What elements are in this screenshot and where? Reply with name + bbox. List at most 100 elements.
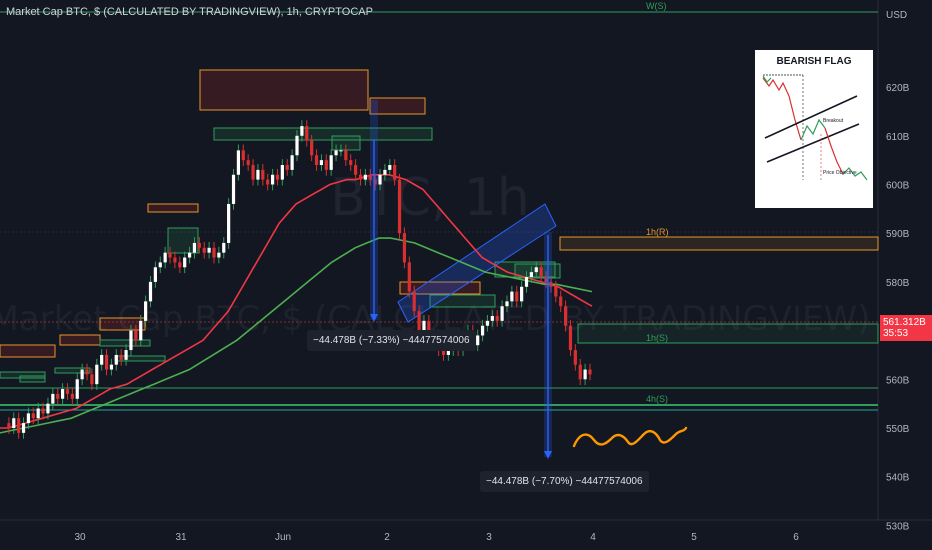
sr-zone-box xyxy=(99,339,151,347)
x-tick-label: 3 xyxy=(486,532,492,543)
drawn-squiggle xyxy=(572,426,688,448)
candle-body xyxy=(290,155,294,170)
x-tick-label: 2 xyxy=(384,532,390,543)
candle-body xyxy=(490,315,494,321)
candle-body xyxy=(192,242,197,253)
candle-body xyxy=(7,423,11,428)
candle-body xyxy=(363,174,367,180)
x-tick-label: 30 xyxy=(74,532,86,543)
candle-body xyxy=(173,257,177,263)
candle-body xyxy=(85,369,89,375)
y-tick-label: 600B xyxy=(886,180,910,191)
candle-body xyxy=(231,174,236,204)
inset-diagram: Breakout Price Objective xyxy=(762,74,868,181)
candle-body xyxy=(397,179,402,234)
sr-zone-box xyxy=(369,97,426,115)
candle-body xyxy=(246,160,250,166)
countdown: 35:53 xyxy=(883,328,909,339)
candle-body xyxy=(583,369,587,380)
zone-label-1h-s: 1h(S) xyxy=(646,333,668,343)
candle-body xyxy=(51,393,55,404)
price-objective-label: Price Objective xyxy=(823,170,857,176)
y-tick-label: 590B xyxy=(886,229,910,240)
candle-body xyxy=(495,315,499,321)
candle-body xyxy=(70,393,74,399)
x-tick-label: 31 xyxy=(175,532,187,543)
candle-body xyxy=(285,165,289,170)
sr-zone-box xyxy=(19,375,46,383)
candle-body xyxy=(183,257,187,268)
candle-body xyxy=(119,354,123,360)
candle-body xyxy=(178,262,182,268)
bearish-flag-illustration: BEARISH FLAG Breakout Price Objective xyxy=(755,50,873,208)
candle-body xyxy=(65,389,70,394)
candle-body xyxy=(563,306,568,326)
y-tick-label: 550B xyxy=(886,424,910,435)
candle-body xyxy=(197,242,201,248)
candle-body xyxy=(104,354,109,370)
candle-body xyxy=(26,413,31,424)
y-tick-label: 540B xyxy=(886,473,910,484)
candle-body xyxy=(158,262,162,268)
candle-body xyxy=(334,150,338,156)
candle-body xyxy=(134,330,138,341)
candle-body xyxy=(568,325,573,351)
candle-body xyxy=(539,267,543,278)
candle-body xyxy=(90,374,94,385)
candle-body xyxy=(573,350,577,365)
x-tick-label: Jun xyxy=(275,532,291,543)
candle-body xyxy=(21,423,26,433)
candle-body xyxy=(412,291,416,312)
candle-body xyxy=(227,203,231,243)
candle-body xyxy=(251,165,255,180)
measurement-label-1: −44.478B (−7.33%) −44477574006 xyxy=(307,330,476,351)
candle-body xyxy=(349,160,353,166)
candle-body xyxy=(529,272,533,278)
x-tick-label: 4 xyxy=(590,532,596,543)
breakout-label: Breakout xyxy=(823,118,844,124)
sr-zone-box xyxy=(59,334,101,346)
candle-body xyxy=(217,252,221,258)
candle-body xyxy=(148,281,153,302)
candle-body xyxy=(500,306,504,321)
candle-body xyxy=(324,160,328,170)
candle-body xyxy=(241,150,245,161)
y-tick-label: 620B xyxy=(886,83,910,94)
candle-body xyxy=(139,320,143,341)
candle-body xyxy=(344,150,348,161)
candle-body xyxy=(402,233,407,263)
y-tick-label: 560B xyxy=(886,375,910,386)
candle-body xyxy=(280,165,284,180)
candle-body xyxy=(407,262,411,292)
candle-body xyxy=(295,135,299,156)
y-tick-label: 610B xyxy=(886,132,910,143)
candle-body xyxy=(534,267,538,273)
candle-body xyxy=(505,301,509,307)
candle-body xyxy=(524,277,529,287)
candle-body xyxy=(270,174,275,185)
candle-body xyxy=(275,174,280,180)
measurement-label-2: −44.478B (−7.70%) −44477574006 xyxy=(480,471,649,492)
candle-body xyxy=(476,335,480,346)
y-tick-label: 530B xyxy=(886,521,910,532)
candle-body xyxy=(114,354,118,365)
sr-zone-box xyxy=(199,69,369,111)
candle-body xyxy=(168,252,172,258)
candle-body xyxy=(329,155,333,170)
zone-1h-resistance xyxy=(559,236,879,251)
candle-body xyxy=(515,291,519,302)
candle-body xyxy=(256,169,260,180)
candle-body xyxy=(510,291,514,302)
candle-body xyxy=(75,379,79,399)
sr-zone-box xyxy=(213,127,433,141)
chart-title: Market Cap BTC, $ (CALCULATED BY TRADING… xyxy=(6,6,373,18)
candle-body xyxy=(305,126,309,141)
candle-body xyxy=(207,247,211,253)
y-tick-label: 580B xyxy=(886,278,910,289)
x-tick-label: 5 xyxy=(691,532,697,543)
candle-body xyxy=(17,418,21,433)
candle-body xyxy=(61,389,65,399)
sr-zone-box xyxy=(0,344,56,358)
zone-1h-support xyxy=(577,323,879,344)
candle-body xyxy=(310,140,314,156)
